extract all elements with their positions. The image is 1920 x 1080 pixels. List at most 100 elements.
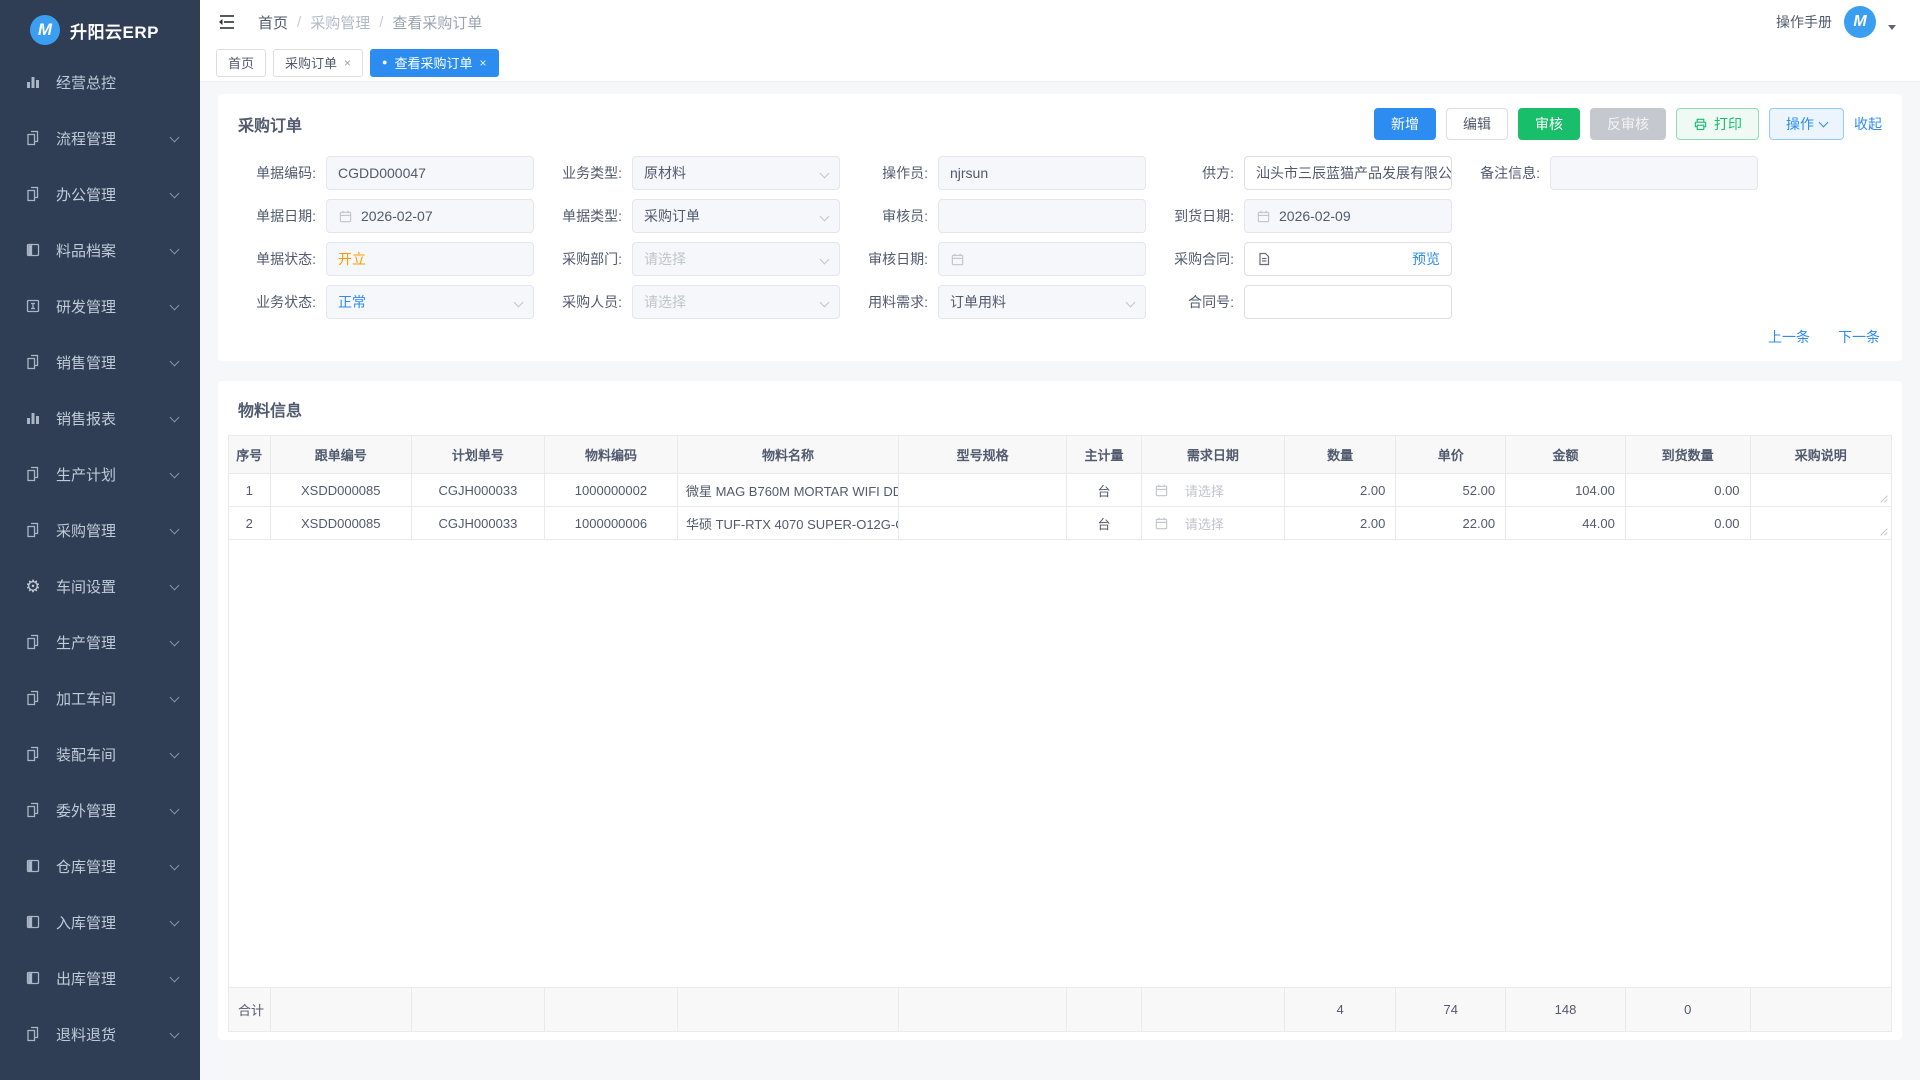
edit-button[interactable]: 编辑	[1446, 108, 1508, 140]
collapse-sidebar-icon[interactable]	[216, 11, 238, 33]
breadcrumb-home[interactable]: 首页	[258, 12, 288, 33]
cell-mat-name: 微星 MAG B760M MORTAR WIFI DDR4	[677, 474, 898, 507]
cell-mat-name: 华硕 TUF-RTX 4070 SUPER-O12G-GAMING	[677, 507, 898, 540]
sidebar-item-production-plan[interactable]: 生产计划	[0, 446, 200, 502]
cell-need-date[interactable]: 请选择	[1141, 507, 1284, 540]
add-button[interactable]: 新增	[1374, 108, 1436, 140]
sidebar-item-purchase[interactable]: 采购管理	[0, 502, 200, 558]
collapse-panel-link[interactable]: 收起	[1854, 114, 1882, 134]
status-badge: 正常	[338, 292, 366, 312]
chevron-down-icon	[171, 296, 178, 313]
card-head: 采购订单 新增 编辑 审核 反审核 打印 操作	[230, 108, 1890, 140]
cell-note[interactable]	[1750, 507, 1891, 540]
cell-price: 52.00	[1396, 474, 1506, 507]
remark-input[interactable]	[1550, 156, 1758, 190]
field-biz-status: 业务状态: 正常	[238, 285, 544, 319]
toolbar: 新增 编辑 审核 反审核 打印 操作 收起	[1374, 108, 1882, 140]
biz-status-select[interactable]: 正常	[326, 285, 534, 319]
col-spec: 型号规格	[899, 436, 1067, 474]
contract-no-input[interactable]	[1244, 285, 1452, 319]
sidebar-item-production[interactable]: 生产管理	[0, 614, 200, 670]
sidebar-item-sales[interactable]: 销售管理	[0, 334, 200, 390]
col-need-date: 需求日期	[1141, 436, 1284, 474]
auditor-input[interactable]	[938, 199, 1146, 233]
field-audit-date: 审核日期:	[850, 242, 1156, 276]
chevron-down-icon	[171, 856, 178, 873]
col-order-no: 跟单编号	[270, 436, 411, 474]
sidebar-item-material-archive[interactable]: 料品档案	[0, 222, 200, 278]
field-remark: 备注信息:	[1462, 156, 1882, 190]
doc-kind-select[interactable]: 采购订单	[632, 199, 840, 233]
document-icon	[24, 1025, 42, 1043]
audit-date-picker[interactable]	[938, 242, 1146, 276]
cell-need-date[interactable]: 请选择	[1141, 474, 1284, 507]
contract-file-box[interactable]: 预览	[1244, 242, 1452, 276]
biz-type-select[interactable]: 原材料	[632, 156, 840, 190]
sidebar-item-outbound[interactable]: 出库管理	[0, 950, 200, 1006]
sidebar-item-assembly-workshop[interactable]: 装配车间	[0, 726, 200, 782]
sidebar-item-sales-report[interactable]: 销售报表	[0, 390, 200, 446]
cell-plan-no: CGJH000033	[411, 474, 544, 507]
print-button[interactable]: 打印	[1676, 108, 1759, 140]
cell-arrived-qty: 0.00	[1625, 507, 1750, 540]
manual-link[interactable]: 操作手册	[1776, 12, 1832, 32]
cell-note[interactable]	[1750, 474, 1891, 507]
arrive-date-picker[interactable]: 2026-02-09	[1244, 199, 1452, 233]
purchaser-select[interactable]: 请选择	[632, 285, 840, 319]
bar-chart-icon	[24, 73, 42, 91]
cell-spec	[899, 474, 1067, 507]
breadcrumb-purchase[interactable]: 采购管理	[310, 12, 370, 33]
resize-handle-icon[interactable]	[1879, 527, 1889, 537]
purchase-dept-select[interactable]: 请选择	[632, 242, 840, 276]
sidebar-item-rd[interactable]: 研发管理	[0, 278, 200, 334]
field-contract: 采购合同: 预览	[1156, 242, 1462, 276]
contract-preview-link[interactable]: 预览	[1412, 249, 1440, 269]
sidebar-item-workflow[interactable]: 流程管理	[0, 110, 200, 166]
next-record-link[interactable]: 下一条	[1838, 327, 1880, 347]
document-icon	[24, 745, 42, 763]
operator-input[interactable]: njrsun	[938, 156, 1146, 190]
sidebar-item-office[interactable]: 办公管理	[0, 166, 200, 222]
field-doc-status: 单据状态: 开立	[238, 242, 544, 276]
document-icon	[24, 521, 42, 539]
chevron-down-icon[interactable]	[1888, 25, 1896, 30]
resize-handle-icon[interactable]	[1879, 494, 1889, 504]
tab-purchase-order[interactable]: 采购订单 ×	[273, 49, 363, 77]
tab-home[interactable]: 首页	[216, 49, 266, 77]
field-contract-no: 合同号:	[1156, 285, 1462, 319]
chevron-down-icon	[171, 464, 178, 481]
supplier-input[interactable]: 汕头市三辰蓝猫产品发展有限公司	[1244, 156, 1452, 190]
cell-qty: 2.00	[1284, 474, 1395, 507]
field-material-need: 用料需求: 订单用料	[850, 285, 1156, 319]
avatar[interactable]: M	[1844, 6, 1876, 38]
sidebar-item-processing-workshop[interactable]: 加工车间	[0, 670, 200, 726]
col-price: 单价	[1396, 436, 1506, 474]
sidebar-item-warehouse[interactable]: 仓库管理	[0, 838, 200, 894]
field-doc-no: 单据编码: CGDD000047	[238, 156, 544, 190]
sidebar-item-outsourcing[interactable]: 委外管理	[0, 782, 200, 838]
close-icon[interactable]: ×	[344, 57, 351, 69]
bar-chart-icon	[24, 409, 42, 427]
sidebar-item-workshop-settings[interactable]: ⚙ 车间设置	[0, 558, 200, 614]
material-need-select[interactable]: 订单用料	[938, 285, 1146, 319]
breadcrumb-separator: /	[297, 14, 301, 31]
tab-view-purchase-order[interactable]: ● 查看采购订单 ×	[370, 49, 498, 77]
cell-spec	[899, 507, 1067, 540]
doc-date-picker[interactable]: 2026-02-07	[326, 199, 534, 233]
chevron-down-icon	[514, 298, 524, 308]
sidebar-item-inbound[interactable]: 入库管理	[0, 894, 200, 950]
sidebar-item-returns[interactable]: 退料退货	[0, 1006, 200, 1062]
doc-no-input[interactable]: CGDD000047	[326, 156, 534, 190]
cell-unit: 台	[1067, 507, 1142, 540]
actions-dropdown-button[interactable]: 操作	[1769, 108, 1844, 140]
topbar: 首页 / 采购管理 / 查看采购订单 操作手册 M	[200, 0, 1920, 44]
close-icon[interactable]: ×	[480, 57, 487, 69]
chevron-down-icon	[1819, 118, 1829, 128]
sidebar-item-stocktake-transfer[interactable]: 盘点调拨	[0, 1062, 200, 1080]
breadcrumb-separator: /	[379, 14, 383, 31]
prev-record-link[interactable]: 上一条	[1768, 327, 1810, 347]
cell-mat-code: 1000000002	[544, 474, 677, 507]
sidebar-item-business-overview[interactable]: 经营总控	[0, 54, 200, 110]
audit-button[interactable]: 审核	[1518, 108, 1580, 140]
doc-status-input[interactable]: 开立	[326, 242, 534, 276]
